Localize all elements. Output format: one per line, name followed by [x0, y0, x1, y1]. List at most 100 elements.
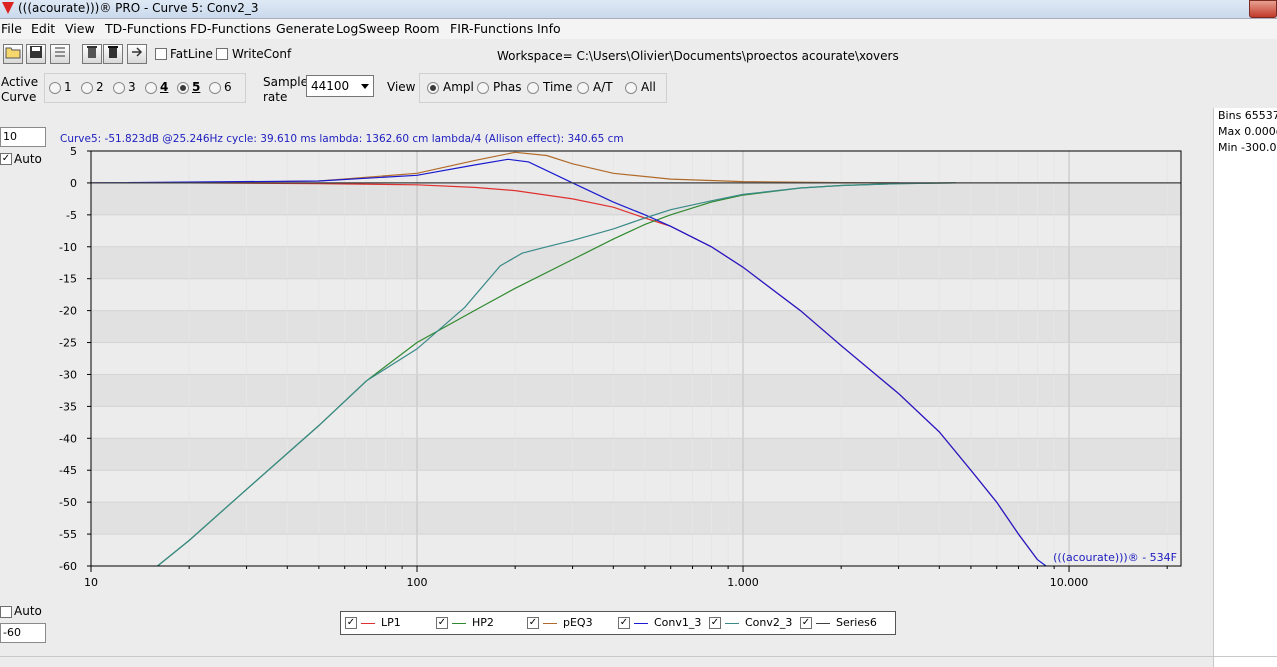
legend-checkbox-lp1[interactable]: ✓	[345, 617, 357, 629]
legend-swatch-conv2-3	[725, 623, 739, 624]
y-min-input[interactable]: -60	[0, 623, 46, 643]
status-divider	[0, 656, 1277, 657]
curve-radio-2-label: 2	[96, 80, 104, 94]
curve-radio-2[interactable]	[81, 82, 93, 94]
y-tick-label: -10	[59, 241, 77, 254]
plot-band	[91, 310, 1181, 343]
menu-bar: File Edit View TD-Functions FD-Functions…	[0, 19, 1277, 39]
writeconf-checkbox[interactable]	[216, 48, 228, 60]
sample-rate-value: 44100	[311, 79, 350, 93]
view-label: View	[387, 80, 416, 94]
legend-label-peq3: pEQ3	[563, 616, 593, 629]
workspace-path: Workspace= C:\Users\Olivier\Documents\pr…	[497, 49, 899, 63]
min-readout: Min -300.00	[1218, 141, 1277, 154]
legend-checkbox-conv2-3[interactable]: ✓	[709, 617, 721, 629]
close-window-button[interactable]	[1249, 0, 1277, 18]
legend-label-conv2-3: Conv2_3	[745, 616, 793, 629]
y-tick-label: -30	[59, 368, 77, 381]
view-radio-at-label: A/T	[593, 80, 613, 94]
y-tick-label: -50	[59, 496, 77, 509]
title-bar: (((acourate)))® PRO - Curve 5: Conv2_3	[0, 0, 1277, 19]
curve-radio-3[interactable]	[113, 82, 125, 94]
watermark-text: (((acourate)))® - 534F	[1053, 551, 1177, 564]
delete-all-icon[interactable]	[103, 44, 123, 64]
fatline-checkbox[interactable]	[155, 48, 167, 60]
auto-bottom-label: Auto	[14, 604, 42, 618]
plot-band	[91, 246, 1181, 279]
curve-radio-3-label: 3	[128, 80, 136, 94]
menu-info[interactable]: Info	[537, 21, 561, 36]
view-radio-all-label: All	[641, 80, 656, 94]
view-radio-ampl-label: Ampl	[443, 80, 474, 94]
legend-swatch-series6	[816, 623, 830, 624]
menu-fd-functions[interactable]: FD-Functions	[190, 21, 271, 36]
chevron-down-icon	[361, 84, 369, 89]
y-tick-label: -15	[59, 273, 77, 286]
legend-swatch-peq3	[543, 623, 557, 624]
app-icon	[2, 2, 14, 14]
stats-panel: Bins 65537 Max 0.000@ Min -300.00	[1213, 108, 1277, 667]
curve-list-icon[interactable]	[50, 44, 70, 64]
legend-swatch-lp1	[361, 623, 375, 624]
window-title: (((acourate)))® PRO - Curve 5: Conv2_3	[18, 1, 259, 15]
legend-label-series6: Series6	[836, 616, 877, 629]
menu-file[interactable]: File	[1, 21, 22, 36]
delete-curve-icon[interactable]	[82, 44, 102, 64]
legend-checkbox-series6[interactable]: ✓	[800, 617, 812, 629]
y-tick-label: -45	[59, 464, 77, 477]
y-tick-label: -60	[59, 560, 77, 573]
view-radio-time[interactable]	[527, 82, 539, 94]
menu-room[interactable]: Room	[404, 21, 440, 36]
x-tick-label: 10	[84, 576, 98, 589]
curve-radio-4-label: 4	[160, 80, 169, 94]
view-radio-all[interactable]	[625, 82, 637, 94]
view-radio-phas-label: Phas	[493, 80, 522, 94]
y-tick-label: -5	[66, 209, 77, 222]
y-tick-label: -25	[59, 337, 77, 350]
legend-checkbox-hp2[interactable]: ✓	[436, 617, 448, 629]
curve-radio-6[interactable]	[209, 82, 221, 94]
y-tick-label: 0	[70, 177, 77, 190]
y-tick-label: -35	[59, 400, 77, 413]
y-axis: 5 0 -5 -10 -15 -20 -25 -30 -35 -40 -45 -50 -55 -60	[59, 145, 91, 573]
x-axis: 10 100 1.000 10.000	[84, 566, 1168, 589]
view-radio-time-label: Time	[543, 80, 573, 94]
menu-edit[interactable]: Edit	[31, 21, 55, 36]
legend-checkbox-peq3[interactable]: ✓	[527, 617, 539, 629]
menu-td-functions[interactable]: TD-Functions	[105, 21, 186, 36]
sample-rate-select[interactable]: 44100	[306, 75, 374, 97]
next-curve-icon[interactable]	[127, 44, 147, 64]
menu-logsweep[interactable]: LogSweep	[336, 21, 400, 36]
fatline-label: FatLine	[170, 47, 213, 61]
curve-radio-1-label: 1	[64, 80, 72, 94]
menu-view[interactable]: View	[65, 21, 95, 36]
y-tick-label: -40	[59, 432, 77, 445]
legend-checkbox-conv1-3[interactable]: ✓	[618, 617, 630, 629]
auto-bottom-checkbox[interactable]	[0, 606, 12, 618]
legend-label-conv1-3: Conv1_3	[654, 616, 702, 629]
curve-radio-4[interactable]	[145, 82, 157, 94]
y-tick-label: -20	[59, 305, 77, 318]
menu-fir-functions[interactable]: FIR-Functions	[450, 21, 533, 36]
bins-readout: Bins 65537	[1218, 109, 1277, 122]
writeconf-label: WriteConf	[232, 47, 292, 61]
amplitude-plot[interactable]: 5 0 -5 -10 -15 -20 -25 -30 -35 -40 -45 -50 -55 -60 10…	[0, 100, 1210, 590]
plot-band	[91, 502, 1181, 535]
open-folder-icon[interactable]	[3, 44, 23, 64]
curve-radio-1[interactable]	[49, 82, 61, 94]
save-disk-icon[interactable]	[26, 44, 46, 64]
view-radio-ampl[interactable]	[427, 82, 439, 94]
curve-radio-5[interactable]	[177, 82, 189, 94]
y-tick-label: 5	[70, 145, 77, 158]
curve-radio-5-label: 5	[192, 80, 201, 94]
view-radio-at[interactable]	[577, 82, 589, 94]
plot-band	[91, 438, 1181, 471]
chart-legend: ✓ LP1 ✓ HP2 ✓ pEQ3 ✓ Conv1_3 ✓ Conv2_3 ✓…	[340, 611, 896, 635]
plot-band	[91, 182, 1181, 215]
curve-radio-6-label: 6	[224, 80, 232, 94]
menu-generate[interactable]: Generate	[276, 21, 334, 36]
view-radio-phas[interactable]	[477, 82, 489, 94]
x-tick-label: 10.000	[1050, 576, 1089, 589]
max-readout: Max 0.000@	[1218, 125, 1277, 138]
plot-background	[91, 151, 1181, 566]
